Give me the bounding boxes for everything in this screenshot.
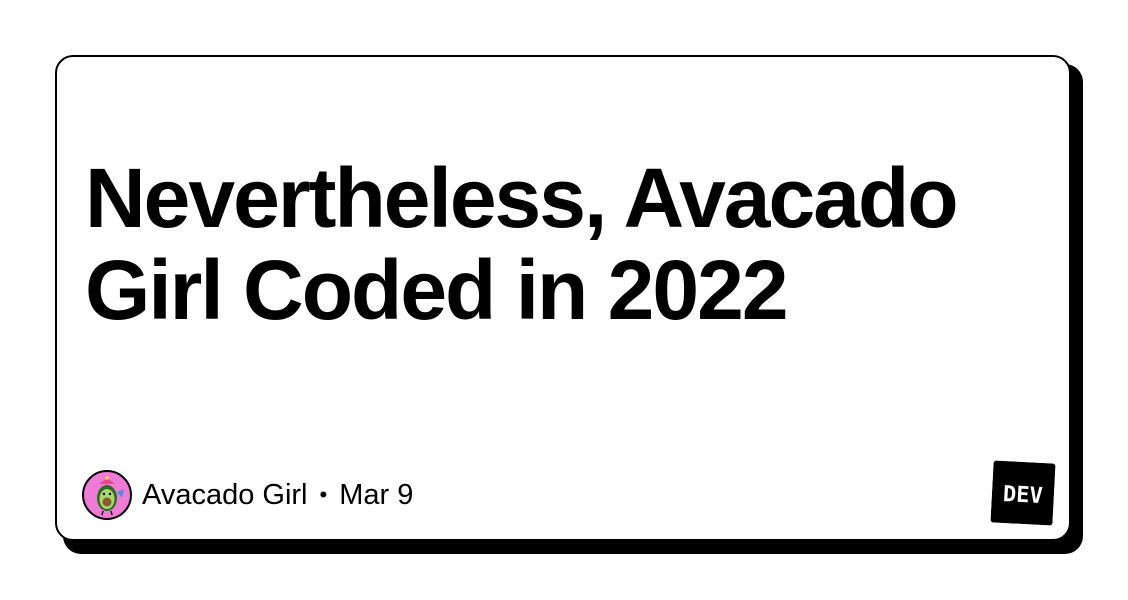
article-title[interactable]: Nevertheless, Avacado Girl Coded in 2022 <box>85 152 1045 336</box>
article-card[interactable]: Nevertheless, Avacado Girl Coded in 2022… <box>55 55 1071 541</box>
avocado-avatar-icon <box>97 476 124 516</box>
meta-separator: • <box>319 482 328 507</box>
publish-date: Mar 9 <box>339 478 414 511</box>
author-name[interactable]: Avacado Girl <box>142 479 308 512</box>
article-meta: Avacado Girl • Mar 9 <box>82 467 413 523</box>
dev-logo-text: DEV <box>1002 482 1043 509</box>
dev-logo-icon[interactable]: DEV <box>990 460 1056 526</box>
avatar[interactable] <box>82 470 132 520</box>
